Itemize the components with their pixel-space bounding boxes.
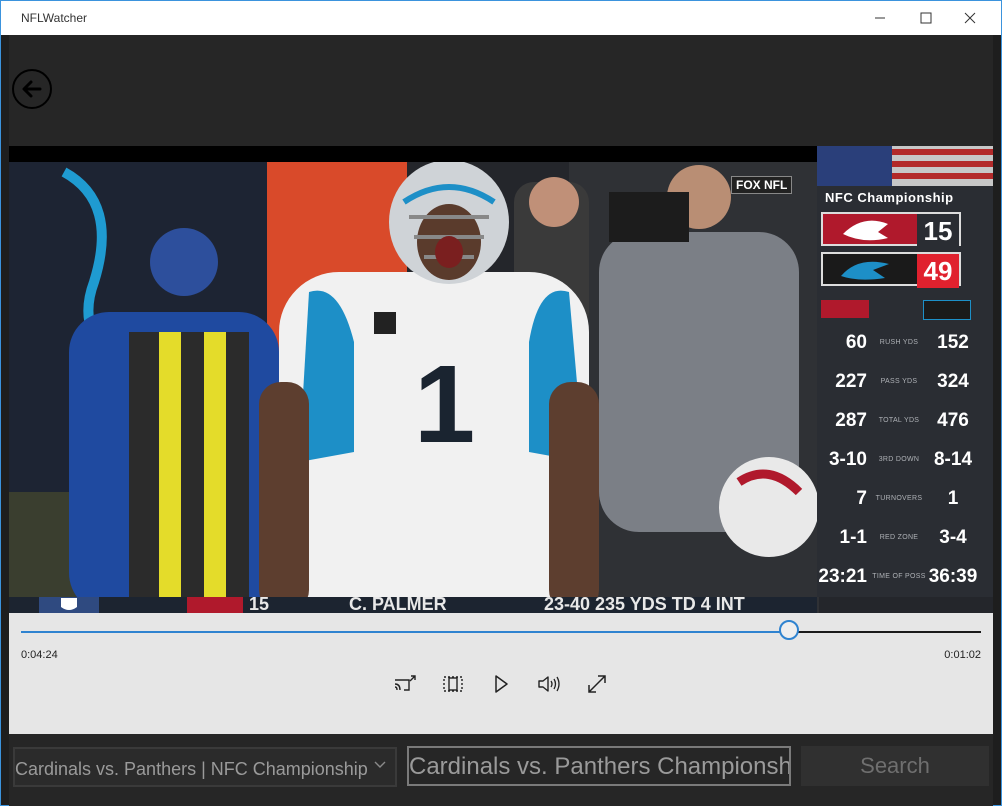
cast-button[interactable] [392, 671, 418, 697]
video-player[interactable]: 1 FOX NFL NFC Championship 15 49 60 RUSH… [9, 146, 993, 613]
away-stat: 1-1 [839, 527, 867, 548]
volume-icon [538, 676, 560, 692]
away-team-row: 15 [821, 212, 961, 248]
back-button[interactable] [12, 69, 52, 109]
aspect-ratio-button[interactable] [440, 671, 466, 697]
search-button[interactable]: Search [801, 746, 989, 786]
home-stat: 324 [937, 371, 969, 392]
nfl-shield-icon [39, 597, 99, 613]
stat-label: TURNOVERS [875, 495, 923, 502]
stat-label: 3RD DOWN [878, 456, 920, 463]
fullscreen-button[interactable] [584, 671, 610, 697]
away-score: 15 [917, 214, 959, 248]
maximize-icon [920, 12, 932, 24]
away-stat: 7 [856, 488, 867, 509]
chevron-down-icon [374, 761, 386, 768]
minimize-button[interactable] [857, 1, 903, 35]
seek-bar-progress [21, 631, 789, 633]
network-logo: FOX NFL [731, 176, 793, 194]
stat-row: 60 RUSH YDS 152 [817, 324, 993, 363]
volume-button[interactable] [536, 671, 562, 697]
media-controls: 0:04:24 0:01:02 [9, 613, 993, 734]
app-window: NFLWatcher 1 FOX NFL NFC Championship 15… [0, 0, 1002, 806]
stat-row: 3-10 3RD DOWN 8-14 [817, 441, 993, 480]
title-bar: NFLWatcher [1, 1, 1001, 35]
close-button[interactable] [947, 1, 993, 35]
stat-row: 7 TURNOVERS 1 [817, 480, 993, 519]
seek-thumb[interactable] [779, 620, 799, 640]
play-button[interactable] [488, 671, 514, 697]
search-input-value: Cardinals vs. Panthers Championship [409, 753, 791, 780]
cast-icon [394, 675, 416, 691]
scoreboard-overlay: FOX NFL NFC Championship 15 49 60 RUSH YD… [731, 146, 993, 597]
maximize-button[interactable] [903, 1, 949, 35]
remaining-time: 0:01:02 [944, 649, 981, 661]
stat-label: RED ZONE [879, 534, 919, 541]
home-stat: 8-14 [933, 449, 973, 470]
game-select[interactable]: Cardinals vs. Panthers | NFC Championshi… [13, 747, 397, 787]
stat-row: 287 TOTAL YDS 476 [817, 402, 993, 441]
stat-label: PASS YDS [880, 378, 918, 385]
stat-label: TOTAL YDS [878, 417, 920, 424]
home-stat: 1 [947, 488, 959, 509]
close-icon [964, 12, 976, 24]
ticker-player-name: C. PALMER [349, 597, 447, 613]
away-stat: 60 [845, 332, 867, 353]
stat-label: RUSH YDS [879, 339, 919, 346]
fullscreen-icon [588, 675, 606, 693]
elapsed-time: 0:04:24 [21, 649, 58, 661]
aspect-ratio-icon [443, 676, 463, 692]
seek-bar[interactable] [21, 620, 981, 640]
home-stat: 152 [937, 332, 969, 353]
minimize-icon [875, 17, 885, 19]
away-stat: 23:21 [818, 566, 867, 587]
search-bar: Cardinals vs. Panthers | NFC Championshi… [9, 734, 993, 806]
app-title: NFLWatcher [21, 11, 88, 25]
home-team-row: 49 [821, 252, 961, 288]
stat-row: 1-1 RED ZONE 3-4 [817, 519, 993, 558]
away-team-badge [821, 300, 869, 318]
back-arrow-icon [22, 80, 42, 98]
search-input[interactable]: Cardinals vs. Panthers Championship [407, 746, 791, 786]
home-stat: 476 [937, 410, 969, 431]
scoreboard-title: NFC Championship [825, 190, 954, 205]
home-team-badge [923, 300, 971, 320]
panthers-logo-icon [841, 261, 889, 280]
ticker-score: 15 [249, 597, 270, 613]
stat-row: 227 PASS YDS 324 [817, 363, 993, 402]
stat-row: 23:21 TIME OF POSS 36:39 [817, 558, 993, 597]
home-score: 49 [917, 254, 959, 288]
away-stat: 287 [835, 410, 867, 431]
score-ticker: 15 C. PALMER 23-40 235 YDS TD 4 INT [9, 597, 817, 613]
navigation-bar [9, 35, 993, 146]
play-icon [495, 675, 508, 693]
away-stat: 227 [835, 371, 867, 392]
ticker-stat-line: 23-40 235 YDS TD 4 INT [544, 597, 745, 613]
game-select-value: Cardinals vs. Panthers | NFC Championshi… [15, 759, 368, 779]
ticker-team-badge [187, 597, 243, 613]
away-stat: 3-10 [828, 449, 867, 470]
flag-graphic [817, 146, 993, 186]
home-stat: 36:39 [928, 566, 978, 587]
home-stat: 3-4 [939, 527, 967, 548]
jersey-number: 1 [414, 343, 476, 466]
cardinals-logo-icon [843, 220, 888, 241]
stat-label: TIME OF POSS [872, 573, 926, 580]
